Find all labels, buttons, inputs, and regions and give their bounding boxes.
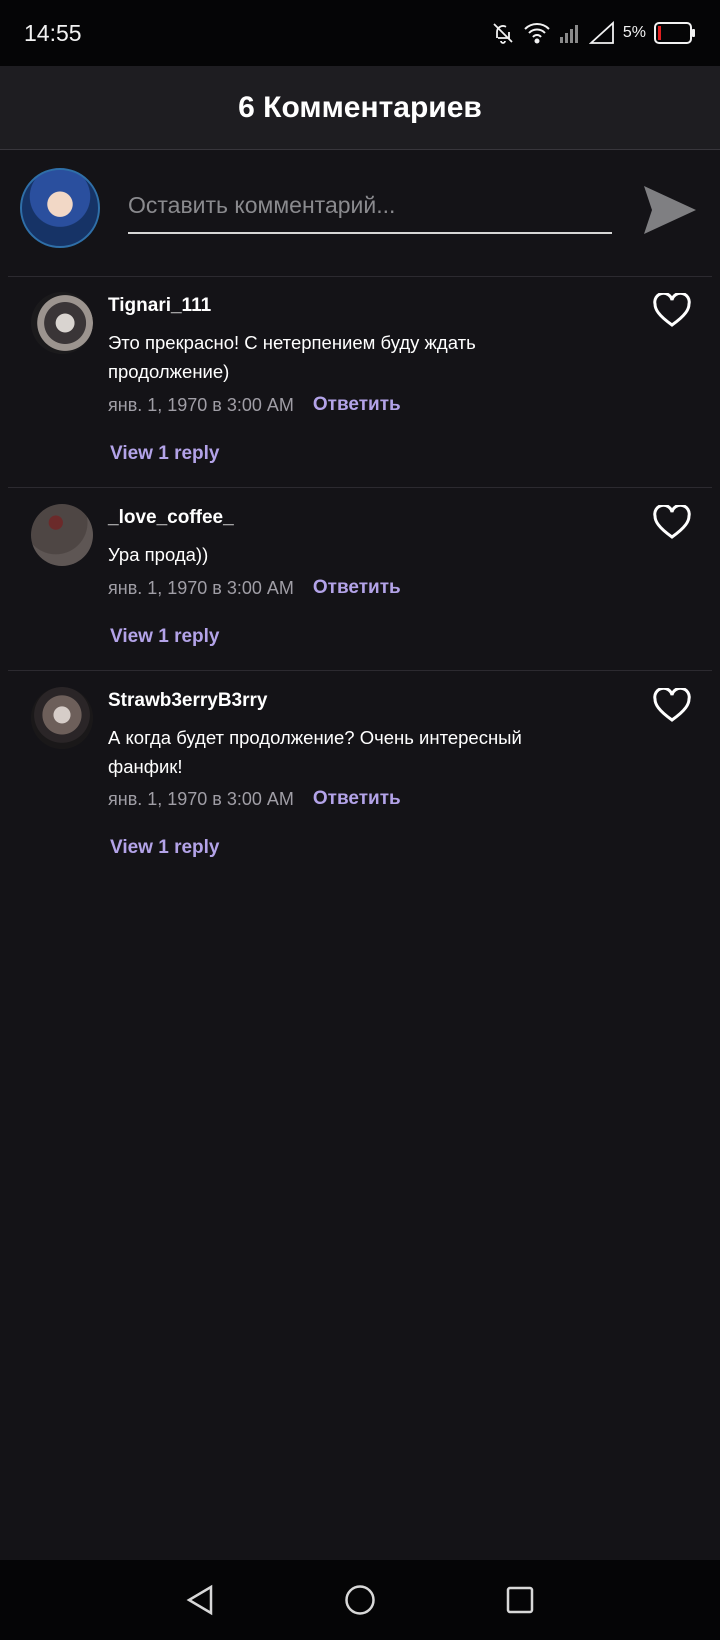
heart-icon xyxy=(653,291,691,327)
back-button[interactable] xyxy=(178,1578,222,1622)
comment-text: А когда будет продолжение? Очень интерес… xyxy=(108,727,522,777)
comment-item: Strawb3erryB3rry А когда будет продолжен… xyxy=(0,671,720,881)
comment-username[interactable]: _love_coffee_ xyxy=(108,507,234,529)
back-icon xyxy=(186,1584,213,1616)
recents-button[interactable] xyxy=(498,1578,542,1622)
bell-off-icon xyxy=(491,21,515,45)
comment-date: янв. 1, 1970 в 3:00 AM xyxy=(108,577,294,598)
comments-header: 6 Комментариев xyxy=(0,66,720,150)
like-button[interactable] xyxy=(652,503,692,541)
status-time: 14:55 xyxy=(24,19,82,46)
comment-date: янв. 1, 1970 в 3:00 AM xyxy=(108,394,294,415)
signal-icon xyxy=(559,21,581,45)
wifi-icon xyxy=(523,21,551,45)
like-button[interactable] xyxy=(652,291,692,329)
heart-icon xyxy=(653,686,691,722)
navigation-bar xyxy=(0,1560,720,1640)
comment-meta: янв. 1, 1970 в 3:00 AM Ответить xyxy=(108,577,401,599)
comment-input[interactable] xyxy=(128,179,612,232)
comment-username[interactable]: Tignari_111 xyxy=(108,295,211,317)
signal-empty-icon xyxy=(588,21,615,45)
comment-item: Tignari_111 Это прекрасно! С нетерпением… xyxy=(0,277,720,487)
page-title: 6 Комментариев xyxy=(238,90,482,124)
home-icon xyxy=(345,1585,375,1615)
heart-icon xyxy=(653,503,691,539)
comment-text: Это прекрасно! С нетерпением буду ждать … xyxy=(108,332,476,382)
comment-text: Ура прода)) xyxy=(108,544,209,565)
comment-item: _love_coffee_ Ура прода)) янв. 1, 1970 в… xyxy=(0,488,720,670)
avatar[interactable] xyxy=(31,687,93,749)
status-bar: 14:55 5% xyxy=(0,0,720,66)
send-button[interactable] xyxy=(640,179,700,241)
comment-username[interactable]: Strawb3erryB3rry xyxy=(108,690,267,712)
comment-meta: янв. 1, 1970 в 3:00 AM Ответить xyxy=(108,788,401,810)
view-replies-button[interactable]: View 1 reply xyxy=(110,443,220,465)
comment-meta: янв. 1, 1970 в 3:00 AM Ответить xyxy=(108,394,401,416)
comment-composer xyxy=(0,151,720,277)
reply-button[interactable]: Ответить xyxy=(313,788,401,810)
comment-date: янв. 1, 1970 в 3:00 AM xyxy=(108,788,294,809)
send-icon xyxy=(644,186,696,234)
status-icons: 5% xyxy=(491,21,696,45)
view-replies-button[interactable]: View 1 reply xyxy=(110,837,220,859)
current-user-avatar xyxy=(20,168,100,248)
reply-button[interactable]: Ответить xyxy=(313,577,401,599)
home-button[interactable] xyxy=(338,1578,382,1622)
reply-button[interactable]: Ответить xyxy=(313,394,401,416)
battery-text: 5% xyxy=(622,24,646,41)
avatar[interactable] xyxy=(31,504,93,566)
like-button[interactable] xyxy=(652,686,692,724)
avatar[interactable] xyxy=(31,292,93,354)
view-replies-button[interactable]: View 1 reply xyxy=(110,626,220,648)
recents-icon xyxy=(506,1586,534,1614)
battery-low-icon xyxy=(654,21,696,45)
comment-input-wrapper xyxy=(128,179,612,234)
